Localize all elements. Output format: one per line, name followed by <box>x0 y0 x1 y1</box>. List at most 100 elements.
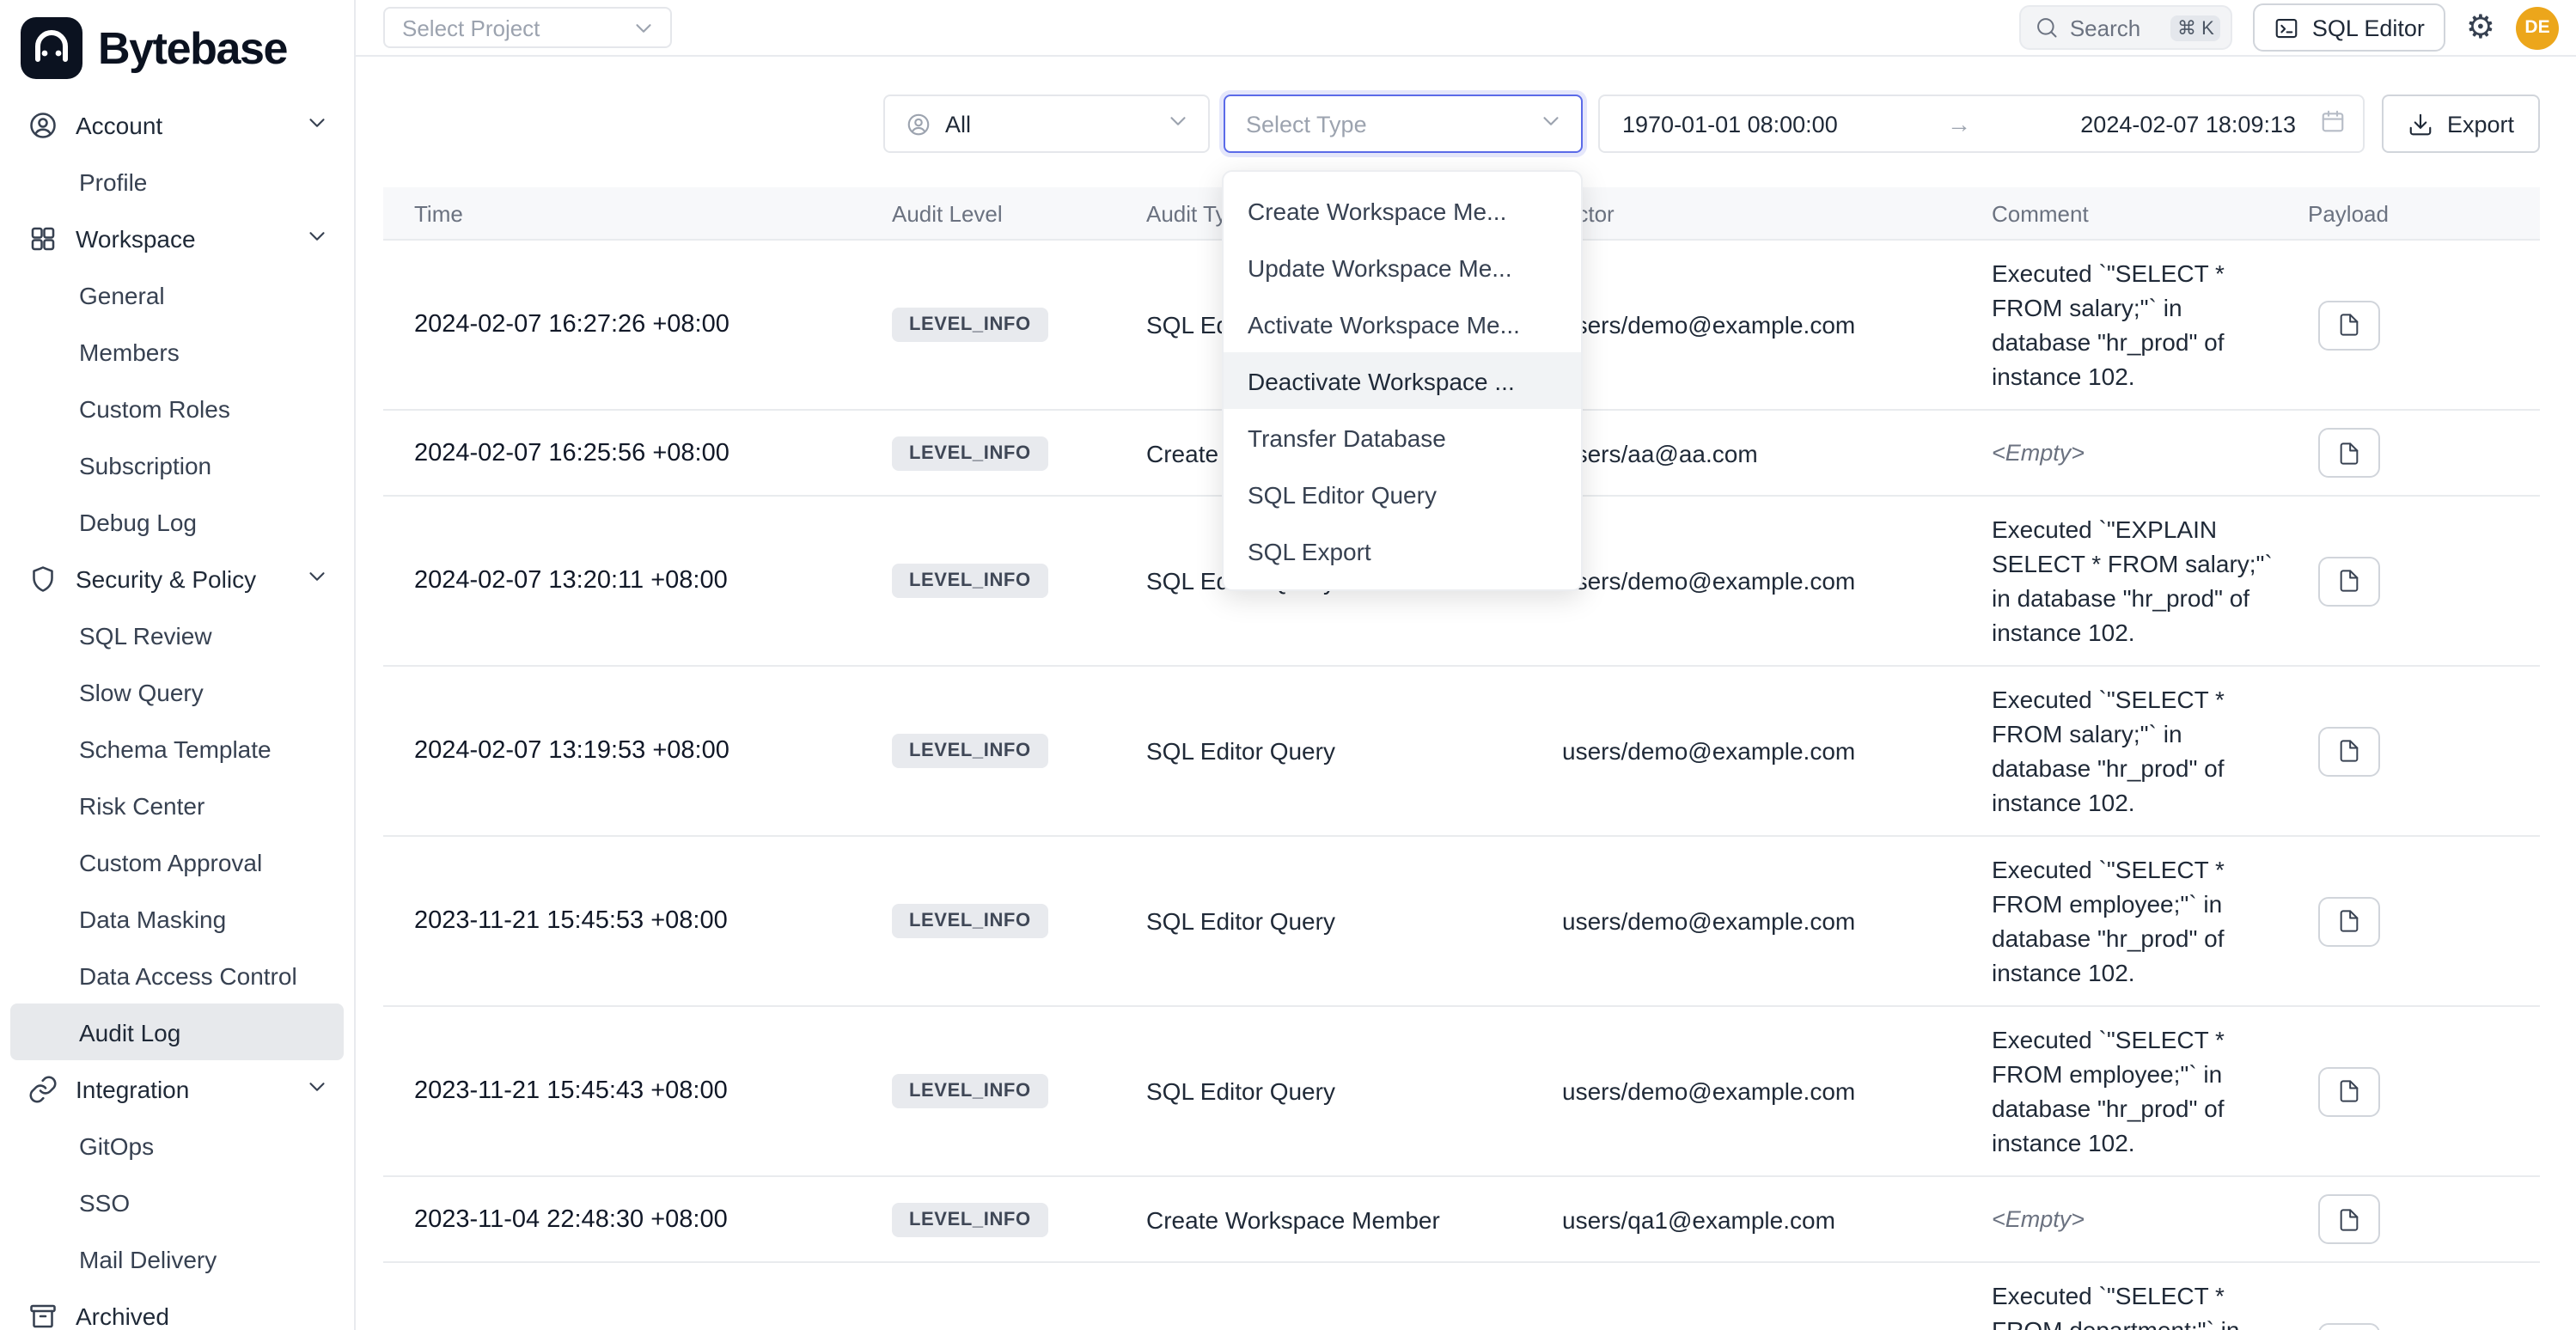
file-icon <box>2337 1079 2361 1103</box>
chevron-down-icon <box>304 1073 330 1104</box>
cell-actor: users/demo@example.com <box>1531 567 1961 595</box>
audit-level-badge: LEVEL_INFO <box>892 904 1048 938</box>
sidebar-section-security-policy[interactable]: Security & Policy <box>0 550 354 607</box>
sidebar-item-data-access-control[interactable]: Data Access Control <box>10 947 344 1004</box>
audit-level-badge: LEVEL_INFO <box>892 436 1048 470</box>
export-button[interactable]: Export <box>2382 95 2540 153</box>
sidebar-item-sql-review[interactable]: SQL Review <box>10 607 344 663</box>
archive-icon <box>27 1300 58 1330</box>
chevron-down-icon <box>304 109 330 140</box>
table-row: 2023-11-04 22:48:30 +08:00 LEVEL_INFO Cr… <box>383 1177 2540 1263</box>
chevron-down-icon <box>1538 108 1564 139</box>
actor-filter-value: All <box>945 111 1151 137</box>
app-window: Bytebase Account Profile Workspace Gener… <box>0 0 2576 1330</box>
sidebar-item-custom-roles[interactable]: Custom Roles <box>10 380 344 436</box>
cell-actor: users/demo@example.com <box>1531 1077 1961 1105</box>
user-circle-icon <box>27 109 58 140</box>
sidebar-item-custom-approval[interactable]: Custom Approval <box>10 833 344 890</box>
sidebar-section-integration[interactable]: Integration <box>0 1060 354 1117</box>
sidebar-item-subscription[interactable]: Subscription <box>10 436 344 493</box>
sidebar-item-schema-template[interactable]: Schema Template <box>10 720 344 777</box>
file-icon <box>2337 441 2361 465</box>
payload-button[interactable] <box>2318 556 2380 606</box>
cell-actor: users/aa@aa.com <box>1531 439 1961 467</box>
audit-level-badge: LEVEL_INFO <box>892 564 1048 598</box>
menu-item-sql-export[interactable]: SQL Export <box>1224 522 1581 579</box>
sidebar-item-audit-log[interactable]: Audit Log <box>10 1004 344 1060</box>
menu-item-transfer-database[interactable]: Transfer Database <box>1224 409 1581 466</box>
sidebar-item-mail-delivery[interactable]: Mail Delivery <box>10 1230 344 1287</box>
date-range-picker[interactable]: 1970-01-01 08:00:00 → 2024-02-07 18:09:1… <box>1598 95 2365 153</box>
menu-item-update-workspace-member[interactable]: Update Workspace Me... <box>1224 239 1581 296</box>
topbar: Select Project Search ⌘ K SQL Editor ⚙ D… <box>356 0 2576 57</box>
table-row: 2023-11-21 15:45:43 +08:00 LEVEL_INFO SQ… <box>383 1007 2540 1177</box>
sidebar-nav: Account Profile Workspace General Member… <box>0 96 354 1330</box>
sql-editor-button[interactable]: SQL Editor <box>2254 3 2445 52</box>
payload-button[interactable] <box>2318 726 2380 776</box>
type-filter-select[interactable]: Select Type <box>1224 95 1583 153</box>
date-to-value[interactable]: 2024-02-07 18:09:13 <box>2080 111 2296 137</box>
payload-button[interactable] <box>2318 896 2380 946</box>
gear-icon[interactable]: ⚙ <box>2466 11 2495 44</box>
menu-item-create-workspace-member[interactable]: Create Workspace Me... <box>1224 182 1581 239</box>
payload-button[interactable] <box>2318 1322 2380 1330</box>
grid-icon <box>27 223 58 253</box>
sidebar-item-general[interactable]: General <box>10 266 344 323</box>
cell-time: 2024-02-07 13:20:11 +08:00 <box>383 567 861 595</box>
cell-comment: <Empty> <box>1961 436 2284 470</box>
cell-comment: <Empty> <box>1961 1202 2284 1236</box>
section-label: Account <box>76 111 287 138</box>
table-row: 2023-11-21 15:45:53 +08:00 LEVEL_INFO SQ… <box>383 837 2540 1007</box>
table-row: 2023-11-04 21:26:34 +08:00 LEVEL_INFO SQ… <box>383 1263 2540 1330</box>
chevron-down-icon <box>304 563 330 594</box>
sidebar: Bytebase Account Profile Workspace Gener… <box>0 0 356 1330</box>
cell-comment: Executed `"SELECT * FROM employee;"` in … <box>1961 852 2284 990</box>
menu-item-deactivate-workspace-member[interactable]: Deactivate Workspace ... <box>1224 352 1581 409</box>
cell-comment: Executed `"SELECT * FROM salary;"` in da… <box>1961 256 2284 394</box>
avatar[interactable]: DE <box>2516 6 2559 49</box>
sidebar-item-members[interactable]: Members <box>10 323 344 380</box>
sidebar-item-gitops[interactable]: GitOps <box>10 1117 344 1174</box>
sidebar-item-data-masking[interactable]: Data Masking <box>10 890 344 947</box>
user-circle-icon <box>906 111 931 137</box>
payload-button[interactable] <box>2318 1194 2380 1244</box>
payload-button[interactable] <box>2318 300 2380 350</box>
menu-item-sql-editor-query[interactable]: SQL Editor Query <box>1224 466 1581 522</box>
chevron-down-icon <box>304 223 330 253</box>
cell-audit-type: SQL Editor Query <box>1115 1077 1531 1105</box>
project-select[interactable]: Select Project <box>383 7 672 48</box>
payload-button[interactable] <box>2318 1066 2380 1116</box>
terminal-icon <box>2274 15 2300 40</box>
audit-level-badge: LEVEL_INFO <box>892 1074 1048 1108</box>
section-label: Integration <box>76 1075 287 1102</box>
project-select-placeholder: Select Project <box>402 15 631 40</box>
menu-item-activate-workspace-member[interactable]: Activate Workspace Me... <box>1224 296 1581 352</box>
cell-comment: Executed `"SELECT * FROM salary;"` in da… <box>1961 682 2284 820</box>
section-label: Workspace <box>76 224 287 252</box>
type-filter-placeholder: Select Type <box>1246 111 1538 137</box>
search-placeholder: Search <box>2070 15 2140 40</box>
file-icon <box>2337 909 2361 933</box>
link-icon <box>27 1073 58 1104</box>
sidebar-item-sso[interactable]: SSO <box>10 1174 344 1230</box>
sidebar-item-slow-query[interactable]: Slow Query <box>10 663 344 720</box>
bytebase-logo-icon <box>21 17 82 79</box>
file-icon <box>2337 569 2361 593</box>
file-icon <box>2337 313 2361 337</box>
date-from-value[interactable]: 1970-01-01 08:00:00 <box>1622 111 1838 137</box>
search-input[interactable]: Search ⌘ K <box>2020 5 2233 50</box>
cell-time: 2023-11-04 22:48:30 +08:00 <box>383 1205 861 1233</box>
sidebar-section-account[interactable]: Account <box>0 96 354 153</box>
sidebar-section-archived[interactable]: Archived <box>0 1287 354 1330</box>
audit-level-badge: LEVEL_INFO <box>892 1202 1048 1236</box>
cell-actor: users/qa1@example.com <box>1531 1205 1961 1233</box>
section-label: Archived <box>76 1302 330 1329</box>
sidebar-section-workspace[interactable]: Workspace <box>0 210 354 266</box>
actor-filter-select[interactable]: All <box>883 95 1210 153</box>
sidebar-item-risk-center[interactable]: Risk Center <box>10 777 344 833</box>
brand-logo[interactable]: Bytebase <box>0 0 354 93</box>
download-icon <box>2408 111 2433 137</box>
sidebar-item-profile[interactable]: Profile <box>10 153 344 210</box>
sidebar-item-debug-log[interactable]: Debug Log <box>10 493 344 550</box>
payload-button[interactable] <box>2318 428 2380 478</box>
